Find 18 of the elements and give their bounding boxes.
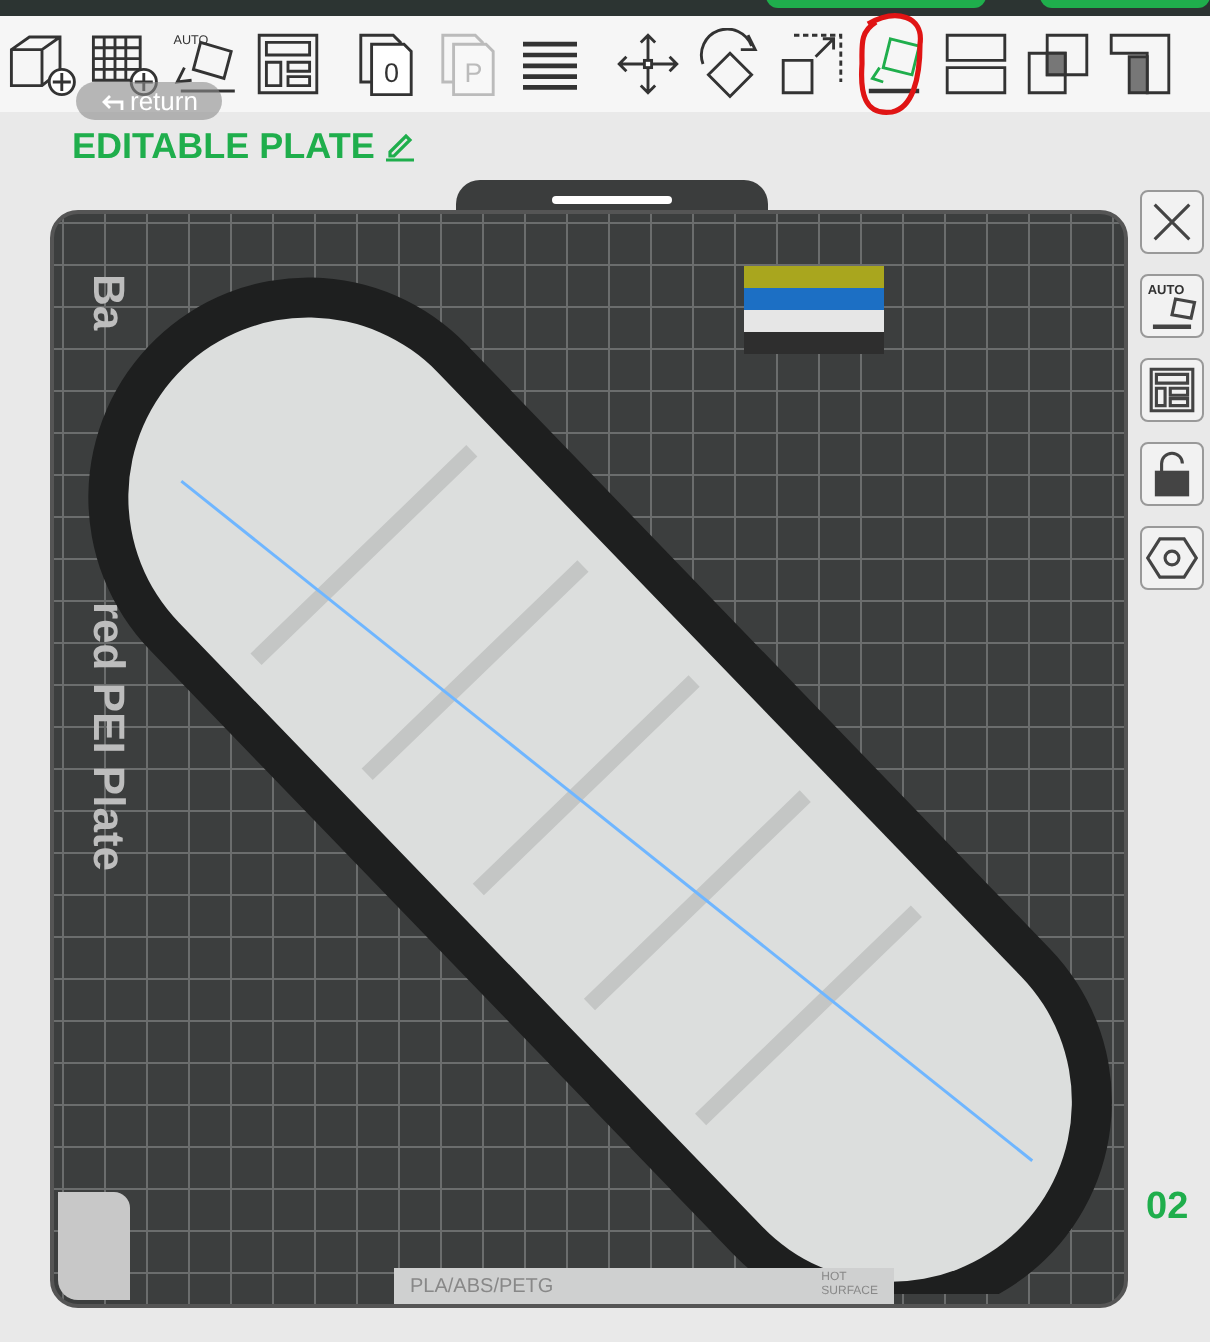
- lock-button[interactable]: [1140, 442, 1204, 506]
- hexagon-icon: [1146, 532, 1198, 584]
- cut-icon: [1104, 28, 1176, 100]
- plate-number: 02: [1146, 1186, 1189, 1230]
- arrange-button[interactable]: [1140, 358, 1204, 422]
- plate-name-text: Ba: [82, 274, 134, 331]
- close-button[interactable]: [1140, 190, 1204, 254]
- arrange-icon: [252, 28, 324, 100]
- scale-icon: [776, 28, 848, 100]
- material-text: PLA/ABS/PETG: [410, 1275, 554, 1297]
- plate-title: EDITABLE PLATE: [72, 125, 375, 167]
- plate-name-text: red PEI Plate: [82, 602, 134, 872]
- settings-button[interactable]: [1140, 526, 1204, 590]
- arrange-icon: [1146, 364, 1198, 416]
- plate-corner-marker: [58, 1192, 130, 1300]
- boolean-icon: [1022, 28, 1094, 100]
- move-icon: [612, 28, 684, 100]
- split-icon: [940, 28, 1012, 100]
